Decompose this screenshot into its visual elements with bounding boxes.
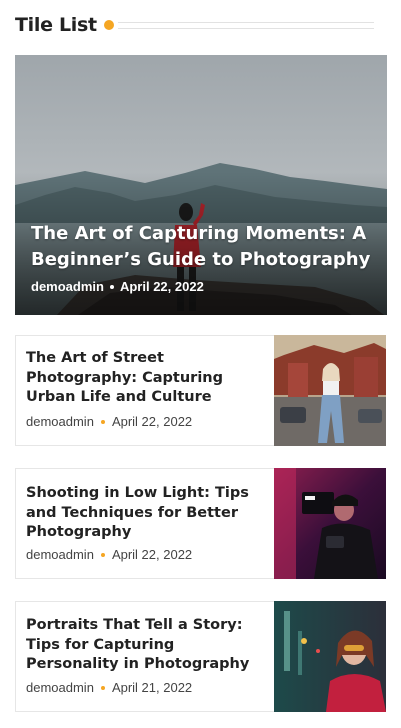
post-card-thumbnail[interactable] (274, 468, 386, 579)
section-title: Tile List (15, 14, 97, 36)
hero-post-author[interactable]: demoadmin (31, 279, 104, 294)
header-accent-dot (104, 20, 114, 30)
post-card-date[interactable]: April 22, 2022 (112, 547, 192, 562)
post-card[interactable]: Shooting in Low Light: Tips and Techniqu… (15, 468, 386, 579)
post-card-meta: demoadmin April 21, 2022 (26, 680, 192, 695)
post-card-thumbnail[interactable] (274, 601, 386, 712)
post-card-title[interactable]: Shooting in Low Light: Tips and Techniqu… (26, 484, 261, 543)
meta-separator-dot (100, 552, 105, 557)
post-card-date[interactable]: April 22, 2022 (112, 414, 192, 429)
portrait-woman-thumbnail (274, 601, 386, 712)
section-header: Tile List (15, 11, 375, 39)
post-card-title[interactable]: The Art of Street Photography: Capturing… (26, 349, 261, 408)
post-card-author[interactable]: demoadmin (26, 547, 94, 562)
post-card-meta: demoadmin April 22, 2022 (26, 414, 192, 429)
hero-post-date[interactable]: April 22, 2022 (120, 279, 204, 294)
post-card-author[interactable]: demoadmin (26, 414, 94, 429)
hero-post-title[interactable]: The Art of Capturing Moments: A Beginner… (31, 221, 371, 273)
hero-post-meta: demoadmin April 22, 2022 (31, 279, 204, 294)
post-card-title[interactable]: Portraits That Tell a Story: Tips for Ca… (26, 616, 261, 675)
post-card-date[interactable]: April 21, 2022 (112, 680, 192, 695)
post-card-meta: demoadmin April 22, 2022 (26, 547, 192, 562)
post-card[interactable]: Portraits That Tell a Story: Tips for Ca… (15, 601, 386, 712)
hero-post-tile[interactable]: The Art of Capturing Moments: A Beginner… (15, 55, 387, 315)
hero-photo-lakeside-mountains (15, 55, 387, 315)
meta-separator-dot (109, 284, 114, 289)
meta-separator-dot (100, 419, 105, 424)
post-card-thumbnail[interactable] (274, 335, 386, 446)
meta-separator-dot (100, 685, 105, 690)
low-light-photographer-thumbnail (274, 468, 386, 579)
street-photo-woman-thumbnail (274, 335, 386, 446)
post-card-author[interactable]: demoadmin (26, 680, 94, 695)
post-card[interactable]: The Art of Street Photography: Capturing… (15, 335, 386, 446)
header-divider-line (118, 22, 374, 29)
